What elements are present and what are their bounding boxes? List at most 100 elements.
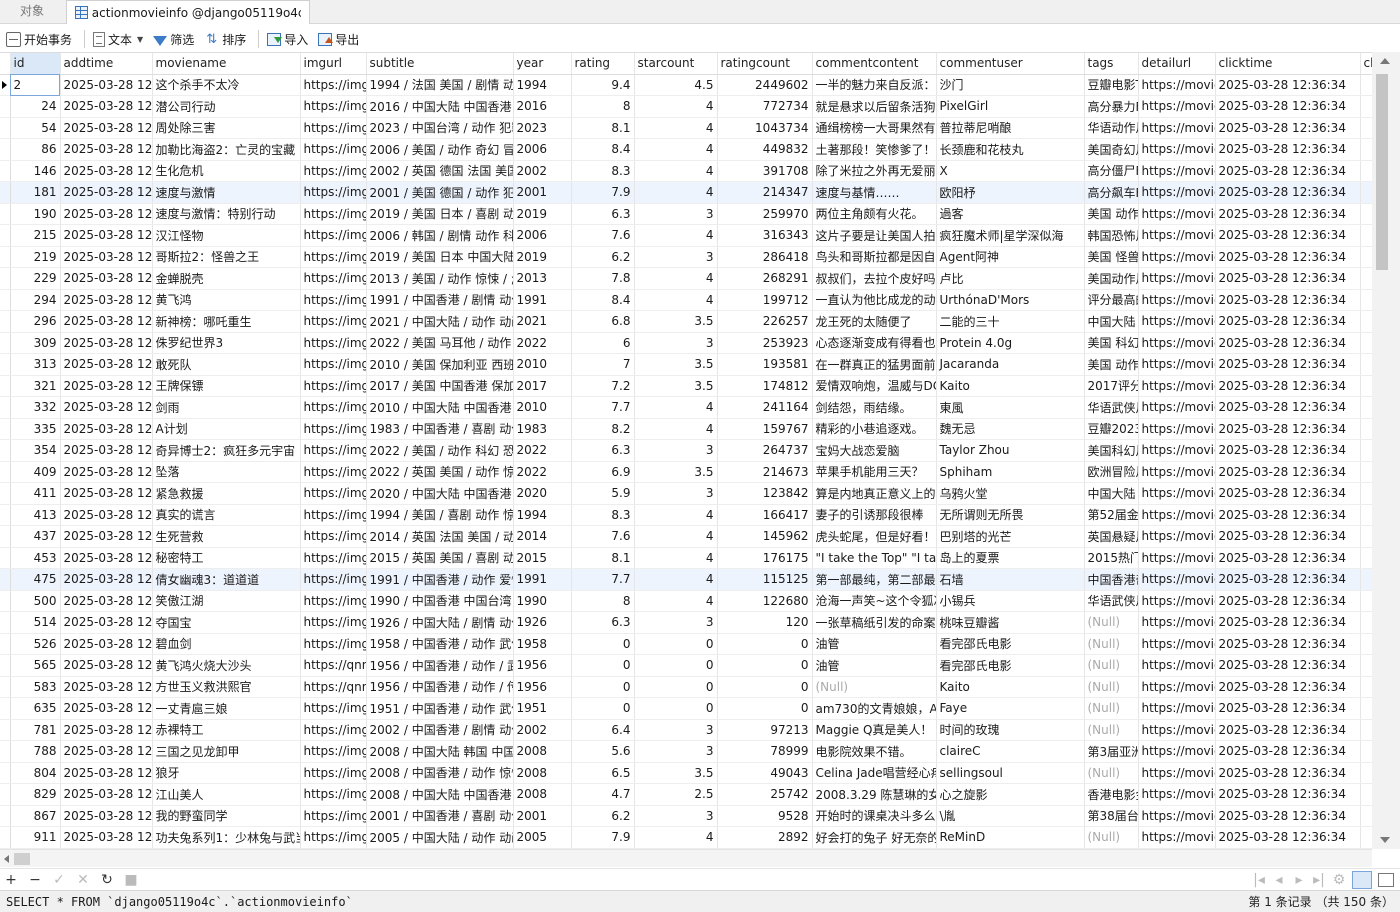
cell-addtime[interactable]: 2025-03-28 12:3 bbox=[60, 461, 153, 483]
cell-moviename[interactable]: 王牌保镖 bbox=[152, 375, 301, 397]
table-row[interactable]: 5832025-03-28 12:3方世玉义救洪熙官https://qnm195… bbox=[0, 676, 1372, 698]
cell-subtitle[interactable]: 2023 / 中国台湾 / 动作 犯罪 bbox=[366, 117, 514, 139]
cell-clicktime[interactable]: 2025-03-28 12:36:34 bbox=[1215, 482, 1361, 505]
cell-moviename[interactable]: 真实的谎言 bbox=[152, 504, 301, 526]
cell-imgurl[interactable]: https://img bbox=[300, 289, 367, 311]
cell-imgurl[interactable]: https://img bbox=[300, 375, 367, 397]
cell-starcount[interactable]: 4 bbox=[634, 160, 718, 182]
cell-rating[interactable]: 8.1 bbox=[571, 117, 635, 139]
cell-cl[interactable] bbox=[1360, 310, 1372, 333]
cell-imgurl[interactable]: https://img bbox=[300, 504, 367, 526]
cell-rating[interactable]: 7.7 bbox=[571, 568, 635, 591]
cell-detailurl[interactable]: https://movie bbox=[1138, 332, 1216, 354]
cell-starcount[interactable]: 3 bbox=[634, 439, 718, 462]
table-row[interactable]: 8292025-03-28 12:3江山美人https://img2008 / … bbox=[0, 783, 1372, 806]
cell-rating[interactable]: 9.4 bbox=[571, 74, 635, 96]
cell-commentuser[interactable]: Protein 4.0g bbox=[936, 332, 1085, 354]
cell-subtitle[interactable]: 2006 / 美国 / 动作 奇幻 冒 bbox=[366, 138, 514, 161]
cell-tags[interactable]: 2017评分 bbox=[1084, 375, 1139, 397]
cell-commentcontent[interactable]: 2008.3.29 陈慧琳的女扮 bbox=[812, 783, 937, 806]
add-record-icon[interactable]: + bbox=[4, 872, 18, 888]
cell-detailurl[interactable]: https://movie bbox=[1138, 504, 1216, 526]
cell-detailurl[interactable]: https://movie bbox=[1138, 525, 1216, 548]
cell-cl[interactable] bbox=[1360, 461, 1372, 483]
cell-tags[interactable]: 美国奇幻片 bbox=[1084, 138, 1139, 161]
sort-button[interactable]: ⇅ 排序 bbox=[202, 28, 252, 50]
column-header-addtime[interactable]: addtime bbox=[60, 53, 153, 75]
cell-moviename[interactable]: 加勒比海盗2：亡灵的宝藏 bbox=[152, 138, 301, 161]
cell-clicktime[interactable]: 2025-03-28 12:36:34 bbox=[1215, 633, 1361, 655]
cell-rating[interactable]: 6.3 bbox=[571, 611, 635, 634]
cell-imgurl[interactable]: https://img bbox=[300, 310, 367, 333]
table-row[interactable]: 8672025-03-28 12:3我的野蛮同学https://img2001 … bbox=[0, 805, 1372, 827]
cell-addtime[interactable]: 2025-03-28 12:3 bbox=[60, 267, 153, 290]
cell-addtime[interactable]: 2025-03-28 12:3 bbox=[60, 246, 153, 268]
cell-year[interactable]: 2001 bbox=[513, 181, 572, 204]
cell-cl[interactable] bbox=[1360, 719, 1372, 741]
cell-ratingcount[interactable]: 214673 bbox=[717, 461, 813, 483]
cell-rating[interactable]: 7 bbox=[571, 353, 635, 376]
cell-detailurl[interactable]: https://movie bbox=[1138, 805, 1216, 827]
cell-imgurl[interactable]: https://img bbox=[300, 160, 367, 182]
import-button[interactable]: 导入 bbox=[265, 28, 314, 50]
cell-detailurl[interactable]: https://movie bbox=[1138, 246, 1216, 268]
cell-year[interactable]: 1991 bbox=[513, 289, 572, 311]
cell-imgurl[interactable]: https://img bbox=[300, 525, 367, 548]
cell-rating[interactable]: 6.4 bbox=[571, 719, 635, 741]
cell-detailurl[interactable]: https://movie bbox=[1138, 762, 1216, 784]
cell-moviename[interactable]: 金蝉脱壳 bbox=[152, 267, 301, 290]
delete-record-icon[interactable]: − bbox=[28, 872, 42, 888]
cell-clicktime[interactable]: 2025-03-28 12:36:34 bbox=[1215, 504, 1361, 526]
cell-ratingcount[interactable]: 49043 bbox=[717, 762, 813, 784]
column-header-commentcontent[interactable]: commentcontent bbox=[812, 53, 937, 75]
row-marker[interactable] bbox=[0, 332, 11, 354]
cell-tags[interactable]: (Null) bbox=[1084, 654, 1139, 677]
cell-tags[interactable]: (Null) bbox=[1084, 676, 1139, 698]
row-marker[interactable] bbox=[0, 375, 11, 397]
cell-moviename[interactable]: 汉江怪物 bbox=[152, 224, 301, 247]
cell-ratingcount[interactable]: 316343 bbox=[717, 224, 813, 247]
cell-ratingcount[interactable]: 391708 bbox=[717, 160, 813, 182]
cell-tags[interactable]: 美国 科幻 bbox=[1084, 332, 1139, 354]
cell-subtitle[interactable]: 2002 / 英国 德国 法国 美国 bbox=[366, 160, 514, 182]
cell-tags[interactable]: (Null) bbox=[1084, 611, 1139, 634]
cell-moviename[interactable]: 紧急救援 bbox=[152, 482, 301, 505]
cell-moviename[interactable]: 笑傲江湖 bbox=[152, 590, 301, 612]
cell-commentuser[interactable]: 東風 bbox=[936, 396, 1085, 419]
cell-commentcontent[interactable]: 油管 bbox=[812, 654, 937, 677]
cell-tags[interactable]: (Null) bbox=[1084, 826, 1139, 849]
cell-tags[interactable]: 香港电影金 bbox=[1084, 783, 1139, 806]
column-header-subtitle[interactable]: subtitle bbox=[366, 53, 514, 75]
cell-commentcontent[interactable]: (Null) bbox=[812, 676, 937, 698]
cell-tags[interactable]: 第3届亚洲 bbox=[1084, 740, 1139, 763]
cell-cl[interactable] bbox=[1360, 160, 1372, 182]
cell-year[interactable]: 1958 bbox=[513, 633, 572, 655]
cell-clicktime[interactable]: 2025-03-28 12:36:34 bbox=[1215, 740, 1361, 763]
cell-year[interactable]: 2002 bbox=[513, 160, 572, 182]
cell-addtime[interactable]: 2025-03-28 12:3 bbox=[60, 138, 153, 161]
row-marker[interactable] bbox=[0, 224, 11, 247]
cell-addtime[interactable]: 2025-03-28 12:3 bbox=[60, 590, 153, 612]
cell-addtime[interactable]: 2025-03-28 12:3 bbox=[60, 547, 153, 569]
cell-imgurl[interactable]: https://img bbox=[300, 633, 367, 655]
scroll-thumb[interactable] bbox=[14, 853, 30, 865]
cell-commentcontent[interactable]: 两位主角颇有火花。 bbox=[812, 203, 937, 225]
cell-imgurl[interactable]: https://img bbox=[300, 611, 367, 634]
cell-clicktime[interactable]: 2025-03-28 12:36:34 bbox=[1215, 719, 1361, 741]
cell-commentcontent[interactable]: 这片子要是让美国人拍肯 bbox=[812, 224, 937, 247]
cell-year[interactable]: 2008 bbox=[513, 740, 572, 763]
table-row[interactable]: 3092025-03-28 12:3侏罗纪世界3https://img2022 … bbox=[0, 332, 1372, 354]
cell-commentuser[interactable]: 无所谓则无所畏 bbox=[936, 504, 1085, 526]
row-marker[interactable] bbox=[0, 289, 11, 311]
cell-subtitle[interactable]: 1991 / 中国香港 / 动作 爱情 bbox=[366, 568, 514, 591]
cell-commentcontent[interactable]: 好会打的兔子 好无奈的 bbox=[812, 826, 937, 849]
stop-icon[interactable]: ■ bbox=[124, 872, 138, 888]
cell-starcount[interactable]: 3.5 bbox=[634, 310, 718, 333]
cell-imgurl[interactable]: https://img bbox=[300, 547, 367, 569]
row-marker[interactable] bbox=[0, 719, 11, 741]
table-row[interactable]: 4092025-03-28 12:3坠落https://img2022 / 英国… bbox=[0, 461, 1372, 483]
cell-id[interactable]: 2 bbox=[10, 74, 61, 96]
table-row[interactable]: 1812025-03-28 12:3速度与激情https://img2001 /… bbox=[0, 181, 1372, 204]
cell-moviename[interactable]: 三国之见龙卸甲 bbox=[152, 740, 301, 763]
cell-year[interactable]: 2008 bbox=[513, 783, 572, 806]
